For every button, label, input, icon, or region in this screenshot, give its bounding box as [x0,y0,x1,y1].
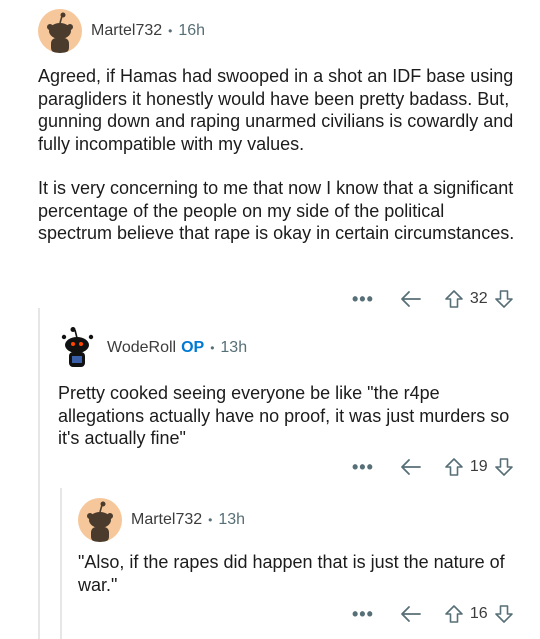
separator-dot: • [210,341,215,355]
comment-header: Martel732 • 13h [78,498,524,542]
thread-line[interactable] [38,308,40,639]
comment-meta: Martel732 • 13h [131,511,245,529]
comment-paragraph: Pretty cooked seeing everyone be like "t… [58,383,510,448]
comment-actions: ••• 32 [352,287,514,311]
upvote-icon[interactable] [444,289,464,309]
snoo-avatar-icon [61,327,94,367]
more-icon[interactable]: ••• [352,290,374,308]
downvote-icon[interactable] [494,289,514,309]
comment-paragraph: It is very concerning to me that now I k… [38,178,515,243]
comment-header: Martel732 • 16h [38,9,518,53]
comment-age: 13h [220,339,248,356]
more-icon[interactable]: ••• [352,458,374,476]
username[interactable]: WodeRoll [107,339,176,357]
vote-count: 19 [469,458,488,475]
vote-count: 16 [469,605,488,622]
avatar[interactable] [78,498,122,542]
downvote-icon[interactable] [494,457,514,477]
username[interactable]: Martel732 [131,511,202,529]
comment-meta: Martel732 • 16h [91,22,205,40]
downvote-icon[interactable] [494,604,514,624]
avatar[interactable] [58,326,102,370]
comment-actions: ••• 16 [352,602,514,626]
comment-header: WodeRoll OP • 13h [58,326,524,370]
upvote-icon[interactable] [444,604,464,624]
reply-icon[interactable] [400,289,422,309]
more-icon[interactable]: ••• [352,605,374,623]
vote-count: 32 [469,290,488,307]
upvote-icon[interactable] [444,457,464,477]
separator-dot: • [168,24,173,38]
snoo-avatar-icon [47,12,73,53]
reply-icon[interactable] [400,457,422,477]
avatar[interactable] [38,9,82,53]
thread-line[interactable] [60,488,62,639]
comment: Martel732 • 16h Agreed, if Hamas had swo… [38,9,518,245]
op-badge: OP [181,339,205,356]
reply-icon[interactable] [400,604,422,624]
comment-age: 16h [178,22,206,39]
comment-paragraph: "Also, if the rapes did happen that is j… [78,552,505,595]
comment-actions: ••• 19 [352,455,514,479]
comment-age: 13h [218,511,246,528]
comment-meta: WodeRoll OP • 13h [107,339,247,357]
comment: WodeRoll OP • 13h Pretty cooked seeing e… [58,326,524,450]
separator-dot: • [208,513,213,527]
comment-paragraph: Agreed, if Hamas had swooped in a shot a… [38,66,514,154]
username[interactable]: Martel732 [91,22,162,40]
comment: Martel732 • 13h "Also, if the rapes did … [78,498,524,596]
snoo-avatar-icon [87,501,113,542]
